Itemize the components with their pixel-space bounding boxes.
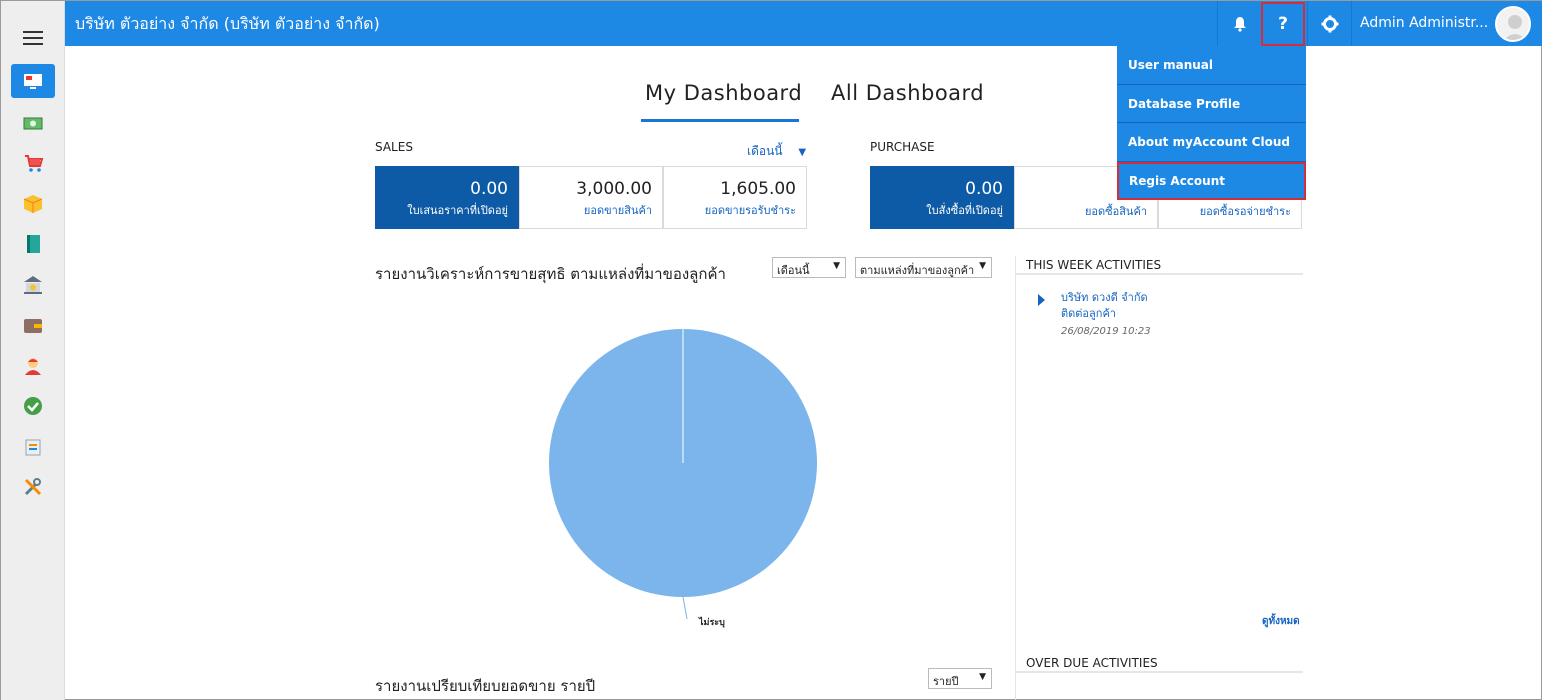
sidebar-item-bank[interactable]: [11, 268, 55, 302]
caret-down-icon: ▼: [798, 147, 807, 158]
card-label: ใบเสนอราคาที่เปิดอยู่: [407, 204, 508, 217]
menu-item-database-profile[interactable]: Database Profile: [1117, 85, 1306, 123]
report-period-select[interactable]: เดือนนี้ ▼: [772, 257, 846, 278]
report-group-select[interactable]: ตามแหล่งที่มาของลูกค้า ▼: [855, 257, 992, 278]
card-value: 0.00: [965, 179, 1003, 199]
notifications-button[interactable]: [1217, 1, 1261, 46]
select-value: ตามแหล่งที่มาของลูกค้า: [860, 264, 975, 277]
divider: [1016, 273, 1303, 275]
sidebar-item-wallet[interactable]: [11, 308, 55, 342]
activity-date: 26/08/2019 10:23: [1061, 326, 1151, 337]
tools-icon: [24, 478, 42, 496]
caret-down-icon: ▼: [833, 261, 840, 271]
see-all-link[interactable]: ดูทั้งหมด: [1262, 614, 1300, 629]
book-icon: [27, 235, 40, 253]
sidebar-item-inventory[interactable]: [11, 187, 55, 221]
divider: [1016, 671, 1303, 673]
cart-icon: [25, 155, 44, 172]
card-value: 1,605.00: [720, 179, 796, 199]
activities-panel: THIS WEEK ACTIVITIES บริษัท ดวงดี จำกัด …: [1015, 256, 1303, 700]
week-activities-title: THIS WEEK ACTIVITIES: [1026, 258, 1162, 272]
wallet-icon: [24, 319, 42, 333]
activity-type: ติดต่อลูกค้า: [1061, 307, 1116, 320]
gear-icon: [1321, 15, 1338, 32]
sidebar: [1, 1, 65, 700]
dashboard-icon: [24, 74, 42, 89]
menu-item-about[interactable]: About myAccount Cloud: [1117, 123, 1306, 162]
sales-analysis-title: รายงานวิเคราะห์การขายสุทธิ ตามแหล่งที่มา…: [375, 265, 726, 283]
activity-company: บริษัท ดวงดี จำกัด: [1061, 291, 1148, 304]
sidebar-item-ledger[interactable]: [11, 227, 55, 261]
card-value: 0.00: [470, 179, 508, 199]
yearly-report-select[interactable]: รายปี ▼: [928, 668, 992, 689]
card-label: ยอดซื้อสินค้า: [1084, 205, 1147, 218]
help-button[interactable]: ?: [1261, 2, 1305, 46]
active-tab-indicator: [641, 119, 799, 122]
sidebar-item-settings[interactable]: [11, 470, 55, 504]
hamburger-menu-icon[interactable]: [23, 31, 43, 47]
sales-card-sales-amount[interactable]: 3,000.00 ยอดขายสินค้า: [519, 166, 663, 229]
contact-icon: [25, 358, 41, 375]
sales-title: SALES: [375, 140, 413, 154]
card-label: ยอดขายรอรับชำระ: [704, 204, 796, 217]
purchase-title: PURCHASE: [870, 140, 935, 154]
activity-item[interactable]: บริษัท ดวงดี จำกัด ติดต่อลูกค้า: [1061, 290, 1148, 322]
company-name: บริษัท ตัวอย่าง จำกัด (บริษัท ตัวอย่าง จ…: [75, 14, 380, 33]
sales-card-open-quotations[interactable]: 0.00 ใบเสนอราคาที่เปิดอยู่: [375, 166, 519, 229]
sidebar-item-cart[interactable]: [11, 146, 55, 180]
avatar[interactable]: [1495, 6, 1531, 42]
box-icon: [23, 195, 43, 213]
topbar-divider: [1351, 1, 1352, 46]
menu-item-user-manual[interactable]: User manual: [1117, 46, 1306, 85]
pie-leader-line: [682, 596, 688, 620]
question-mark-icon: ?: [1278, 14, 1288, 34]
sidebar-item-report[interactable]: [11, 430, 55, 464]
purchase-card-open-orders[interactable]: 0.00 ใบสั่งซื้อที่เปิดอยู่: [870, 166, 1014, 229]
select-value: เดือนนี้: [777, 264, 810, 277]
select-value: รายปี: [933, 675, 959, 688]
caret-right-icon: [1038, 294, 1045, 306]
user-name[interactable]: Admin Administr...: [1360, 15, 1488, 31]
sidebar-item-approval[interactable]: [11, 389, 55, 423]
tab-my-dashboard[interactable]: My Dashboard: [645, 81, 802, 105]
caret-down-icon: ▼: [979, 261, 986, 271]
settings-button[interactable]: [1307, 1, 1351, 46]
card-label: ยอดขายสินค้า: [583, 204, 652, 217]
report-icon: [25, 439, 41, 456]
sidebar-item-dashboard[interactable]: [11, 64, 55, 98]
user-avatar-icon: [1504, 15, 1526, 40]
card-value: 3,000.00: [576, 179, 652, 199]
check-icon: [24, 397, 42, 415]
tab-all-dashboard[interactable]: All Dashboard: [831, 81, 984, 105]
sidebar-item-money[interactable]: [11, 106, 55, 140]
sidebar-item-contact[interactable]: [11, 349, 55, 383]
caret-down-icon: ▼: [979, 672, 986, 682]
pie-chart: ไม่ระบุ: [549, 329, 817, 628]
card-label: ยอดซื้อรอจ่ายชำระ: [1199, 205, 1291, 218]
bank-icon: [24, 276, 42, 294]
sales-period-label: เดือนนี้: [747, 144, 783, 158]
sales-period-select[interactable]: เดือนนี้ ▼: [747, 142, 806, 161]
bell-icon: [1233, 16, 1246, 32]
sales-card-receivable[interactable]: 1,605.00 ยอดขายรอรับชำระ: [663, 166, 807, 229]
card-label: ใบสั่งซื้อที่เปิดอยู่: [926, 204, 1003, 217]
money-icon: [23, 117, 43, 130]
pie-label-unspecified: ไม่ระบุ: [698, 616, 725, 628]
help-dropdown-menu: User manual Database Profile About myAcc…: [1117, 46, 1306, 200]
yearly-report-title: รายงานเปรียบเทียบยอดขาย รายปี: [375, 677, 596, 695]
menu-item-regis-account[interactable]: Regis Account: [1117, 161, 1306, 200]
overdue-activities-title: OVER DUE ACTIVITIES: [1026, 656, 1158, 670]
top-bar: บริษัท ตัวอย่าง จำกัด (บริษัท ตัวอย่าง จ…: [65, 1, 1542, 46]
